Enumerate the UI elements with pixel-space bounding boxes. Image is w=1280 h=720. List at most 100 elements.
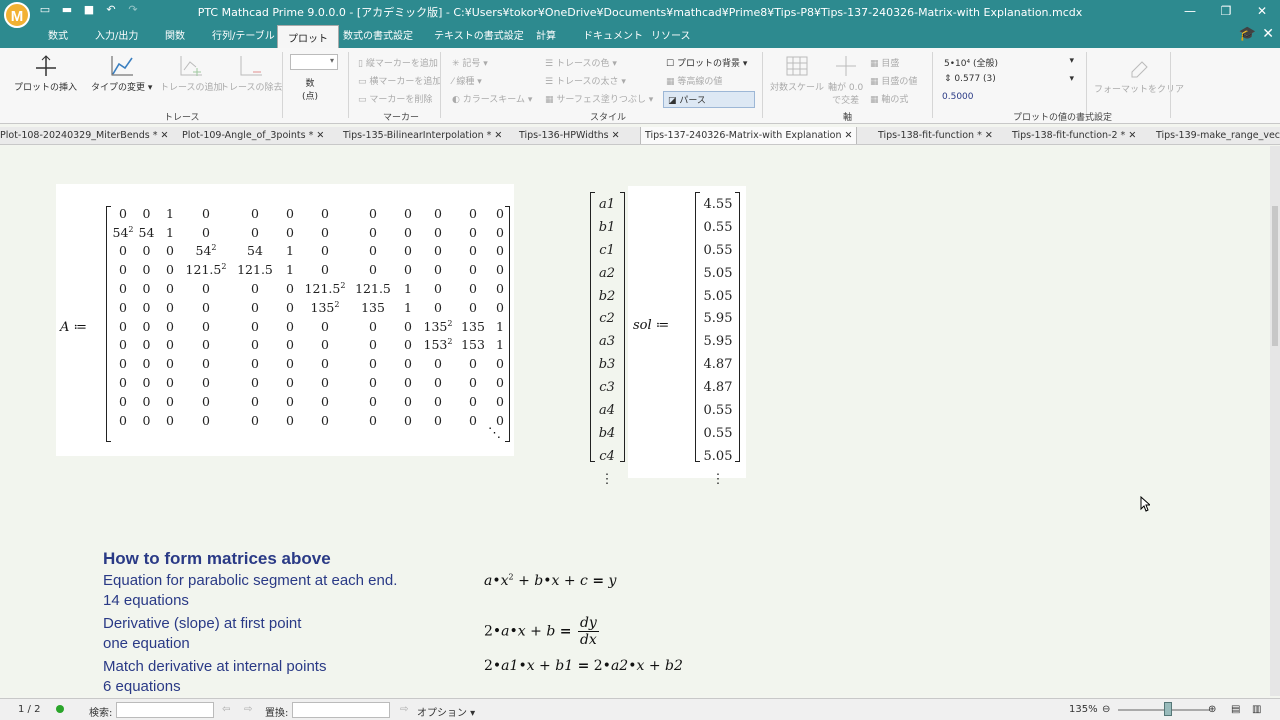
remove-marker-button[interactable]: ▭ マーカーを削除 xyxy=(358,92,432,105)
worksheet[interactable]: A ≔ 0 0 1 0 0 0 0 0 0 0 0 0 542 54 1 0 0 0 0 0 0 0 0 0 0 0 0 542 54 1… xyxy=(0,146,1270,696)
doc-tab[interactable]: Tips-139-make_range_vec xyxy=(1156,127,1280,144)
contour-values-button[interactable]: ▦ 等高線の値 xyxy=(666,74,722,87)
undo-icon[interactable]: ↶ xyxy=(104,3,118,17)
zoom-in-icon[interactable]: ⊕ xyxy=(1208,704,1216,715)
doc-tab[interactable]: Tips-138-fit-function-2 * ✕ xyxy=(1012,127,1136,144)
doc-tab[interactable]: Tips-135-BilinearInterpolation * ✕ xyxy=(343,127,502,144)
status-bar: 1 / 2 検索: ⇦ ⇨ 置換: ⇨ オプション ▾ 135% ⊖ ⊕ ▤ ▥ xyxy=(0,698,1280,720)
search-label: 検索: xyxy=(89,708,113,719)
unknowns-vector[interactable]: a1 b1 c1 a2 b2 c2 a3 b3 c3 a4 b4 c4 ⋮ xyxy=(590,192,625,487)
surface-fill-dropdown[interactable]: ▦ サーフェス塗りつぶし ▾ xyxy=(545,92,653,105)
tab-document[interactable]: ドキュメント xyxy=(583,27,643,42)
precision-dropdown[interactable]: ⇕ 0.577 (3) ▾ xyxy=(944,74,1074,84)
calc-status-icon xyxy=(56,705,64,713)
tab-input-output[interactable]: 入力/出力 xyxy=(95,27,138,42)
matrix-cell: 0 xyxy=(142,205,151,221)
tab-math-formatting[interactable]: 数式の書式設定 xyxy=(343,27,413,42)
close-icon[interactable]: ✕ xyxy=(160,130,168,141)
doc-tab[interactable]: Tips-136-HPWidths ✕ xyxy=(519,127,620,144)
unknown-name: b3 xyxy=(598,357,616,373)
insert-plot-button[interactable]: プロットの挿入 xyxy=(14,54,77,93)
ribbon-close-icon[interactable]: ✕ xyxy=(1262,26,1274,42)
close-icon[interactable]: ✕ xyxy=(845,130,853,141)
doc-tab[interactable]: Tips-138-fit-function * ✕ xyxy=(878,127,993,144)
search-input[interactable] xyxy=(116,702,214,718)
close-button[interactable]: ✕ xyxy=(1244,0,1280,22)
matrix-cell: 0 xyxy=(321,356,329,372)
tab-functions[interactable]: 関数 xyxy=(165,27,185,42)
trace-width-dropdown[interactable]: ☰ トレースの太さ ▾ xyxy=(545,74,626,87)
add-trace-button[interactable]: トレースの追加 xyxy=(160,54,223,93)
unknown-name: b1 xyxy=(598,219,616,235)
perspective-button[interactable]: ◪ パース xyxy=(663,91,755,108)
tick-values-button[interactable]: ▦ 目盛の値 xyxy=(870,74,917,87)
matrix-cell: 0 xyxy=(251,205,259,221)
zoom-out-icon[interactable]: ⊖ xyxy=(1102,704,1110,715)
tab-matrices-tables[interactable]: 行列/テーブル xyxy=(212,27,275,42)
symbol-dropdown[interactable]: ✳ 記号 ▾ xyxy=(452,56,488,69)
matrix-cell: 0 xyxy=(202,356,210,372)
matrix-row: 0 0 0 0 0 0 1352 135 1 0 0 0 xyxy=(112,298,511,317)
search-next-icon[interactable]: ⇨ xyxy=(244,704,252,715)
close-icon[interactable]: ✕ xyxy=(612,130,620,141)
doc-tab-active[interactable]: Tips-137-240326-Matrix-with Explanation … xyxy=(640,127,858,144)
log-scale-button[interactable]: 対数スケール xyxy=(770,54,824,93)
points-dropdown[interactable]: ▾ xyxy=(290,54,338,70)
axis-expression-button[interactable]: ▦ 軸の式 xyxy=(870,92,908,105)
app-logo-icon[interactable]: M xyxy=(4,2,30,28)
plot-background-dropdown[interactable]: ☐ プロットの背景 ▾ xyxy=(666,56,747,69)
matrix-cell: 0 xyxy=(469,224,477,240)
cross-at-zero-button[interactable]: 軸が 0.0 で交差 xyxy=(828,54,863,106)
matrix-cell: 542 xyxy=(112,224,134,240)
close-icon[interactable]: ✕ xyxy=(316,130,324,141)
matrix-cell: 0 xyxy=(142,299,151,315)
close-icon[interactable]: ✕ xyxy=(1128,130,1136,141)
sol-region[interactable]: sol ≔ 4.55 0.55 0.55 5.05 5.05 5.95 5.95 4.87 4.… xyxy=(628,186,746,487)
zoom-slider-thumb[interactable] xyxy=(1164,702,1172,716)
trace-color-dropdown[interactable]: ☰ トレースの色 ▾ xyxy=(545,56,617,69)
new-file-icon[interactable]: ▭ xyxy=(38,3,52,17)
add-horizontal-marker-button[interactable]: ▭ 横マーカーを追加 xyxy=(358,74,441,87)
draft-view-icon[interactable]: ▥ xyxy=(1252,704,1261,715)
scrollbar-thumb[interactable] xyxy=(1272,206,1278,346)
tab-math[interactable]: 数式 xyxy=(48,27,68,42)
doc-tab[interactable]: Plot-108-20240329_MiterBends * ✕ xyxy=(0,127,168,144)
matrix-cell: 0 xyxy=(142,375,151,391)
options-button[interactable]: オプション ▾ xyxy=(417,704,475,719)
tab-resources[interactable]: リソース xyxy=(651,27,691,42)
number-format-dropdown[interactable]: 5•10⁴ (全般) ▾ xyxy=(944,56,1074,69)
close-icon[interactable]: ✕ xyxy=(985,130,993,141)
remove-trace-button[interactable]: トレースの除去 xyxy=(220,54,283,93)
search-prev-icon[interactable]: ⇦ xyxy=(222,704,230,715)
matrix-cell: 0 xyxy=(251,393,259,409)
matrix-row: 542 54 1 0 0 0 0 0 0 0 0 0 xyxy=(112,223,511,242)
tab-text-formatting[interactable]: テキストの書式設定 xyxy=(434,27,524,42)
add-vertical-marker-button[interactable]: ▯ 縦マーカーを追加 xyxy=(358,56,438,69)
open-folder-icon[interactable]: ▬ xyxy=(60,3,74,17)
replace-input[interactable] xyxy=(292,702,390,718)
sol-value: 5.95 xyxy=(703,334,733,350)
redo-icon[interactable]: ↷ xyxy=(126,3,140,17)
matrix-A-region[interactable]: A ≔ 0 0 1 0 0 0 0 0 0 0 0 0 542 54 1 0 0 0 0 0 0 0 0 0 0 0 0 542 54 1… xyxy=(56,184,514,456)
matrix-cell: 0 xyxy=(142,393,151,409)
matrix-cell: 0 xyxy=(369,224,377,240)
unknown-name: b4 xyxy=(598,425,616,441)
explanation-heading: How to form matrices above xyxy=(103,549,331,568)
graduation-cap-icon[interactable]: 🎓 xyxy=(1239,26,1256,42)
change-type-button[interactable]: タイプの変更 ▾ xyxy=(91,54,152,93)
save-icon[interactable]: ■ xyxy=(82,3,96,17)
replace-icon[interactable]: ⇨ xyxy=(400,704,408,715)
minimize-button[interactable]: — xyxy=(1172,0,1208,22)
equation-match-derivative: 2•a1•x + b1 = 2•a2•x + b2 xyxy=(484,658,683,674)
restore-button[interactable]: ❐ xyxy=(1208,0,1244,22)
matrix-cell: 1 xyxy=(166,205,174,221)
color-scheme-dropdown[interactable]: ◐ カラースキーム ▾ xyxy=(452,92,532,105)
doc-tab[interactable]: Plot-109-Angle_of_3points * ✕ xyxy=(182,127,324,144)
grid-button[interactable]: ▦ 目盛 xyxy=(870,56,899,69)
close-icon[interactable]: ✕ xyxy=(494,130,502,141)
matrix-row: 000000000000 xyxy=(112,373,511,392)
line-style-dropdown[interactable]: ⁄ 線種 ▾ xyxy=(452,74,482,87)
tab-calculation[interactable]: 計算 xyxy=(536,27,556,42)
vertical-scrollbar[interactable] xyxy=(1270,146,1280,696)
page-view-icon[interactable]: ▤ xyxy=(1231,704,1240,715)
